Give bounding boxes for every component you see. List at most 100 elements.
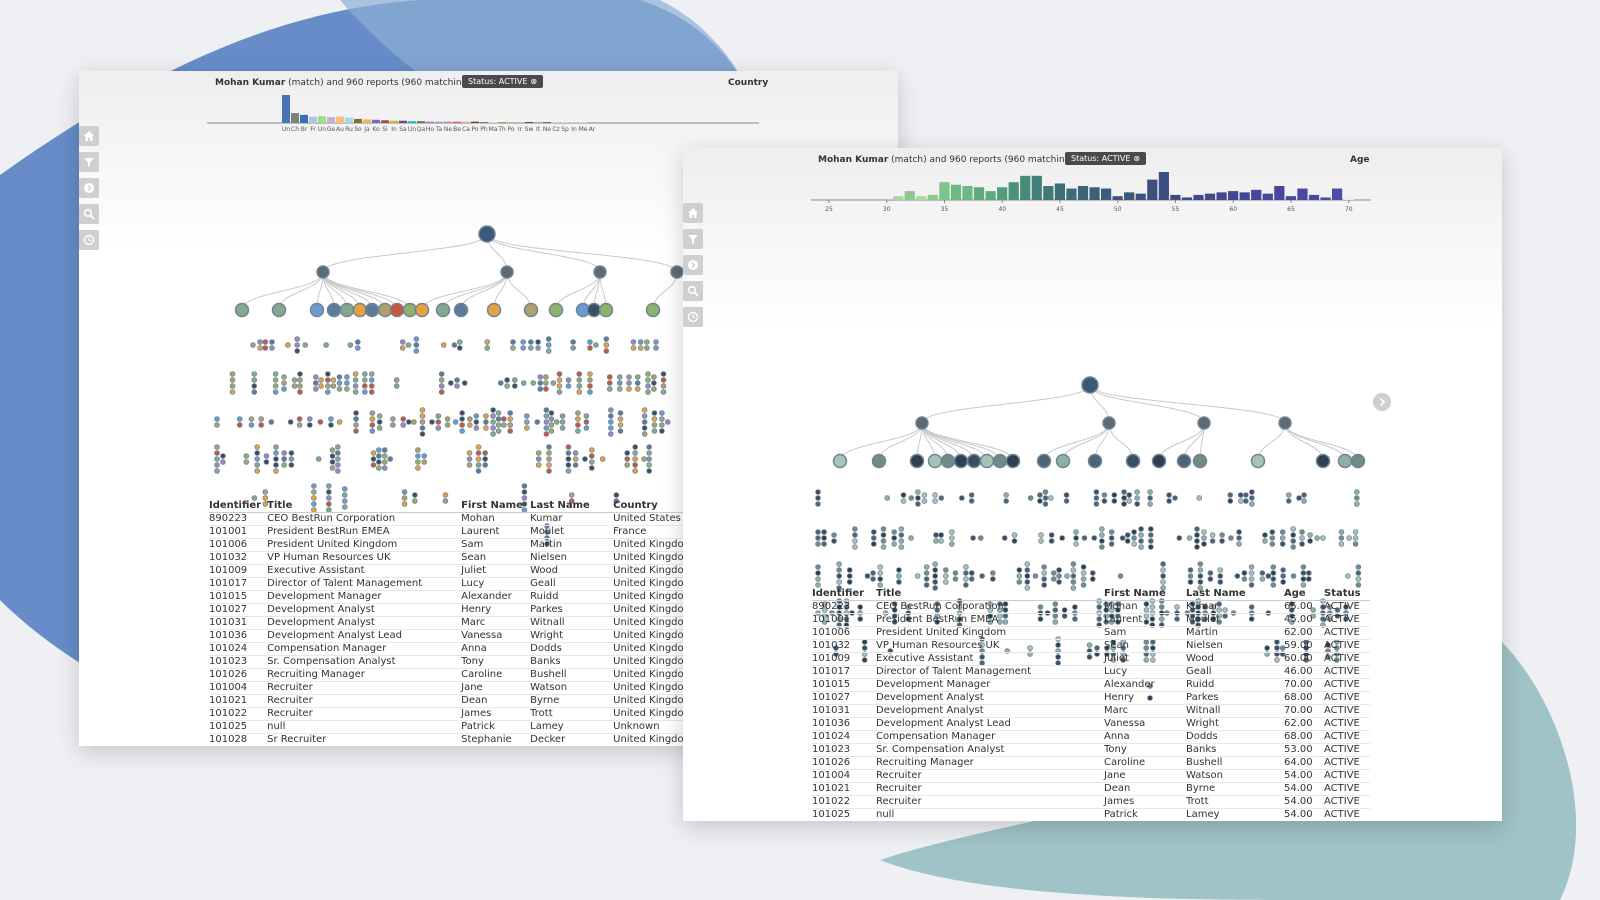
employee-node[interactable] xyxy=(575,422,581,428)
employee-node[interactable] xyxy=(651,374,657,380)
employee-node[interactable] xyxy=(646,456,652,462)
employee-node[interactable] xyxy=(952,576,959,582)
histogram-bar[interactable] xyxy=(336,116,344,123)
employee-node[interactable] xyxy=(617,428,624,434)
employee-node[interactable] xyxy=(543,425,550,431)
histogram-bar[interactable] xyxy=(435,121,443,123)
employee-node[interactable] xyxy=(1300,576,1307,582)
employee-node[interactable] xyxy=(836,573,842,579)
histogram-bar[interactable] xyxy=(939,182,950,200)
employee-node[interactable] xyxy=(1237,498,1244,504)
employee-node[interactable] xyxy=(1249,501,1255,507)
histogram-bar[interactable] xyxy=(327,117,335,123)
employee-node[interactable] xyxy=(243,459,250,465)
table-row[interactable]: 101032 VP Human Resources UK Sean Nielsen Un… xyxy=(209,551,690,565)
employee-node[interactable] xyxy=(466,462,473,468)
employee-node[interactable] xyxy=(1194,544,1200,550)
employee-node[interactable] xyxy=(414,302,430,318)
employee-node[interactable] xyxy=(520,380,527,386)
employee-node[interactable] xyxy=(1070,561,1077,567)
employee-node[interactable] xyxy=(1236,529,1242,535)
employee-node[interactable] xyxy=(214,450,220,456)
employee-node[interactable] xyxy=(421,459,428,465)
employee-node[interactable] xyxy=(576,371,583,377)
histogram-bar[interactable] xyxy=(1101,188,1112,200)
employee-node[interactable] xyxy=(329,459,336,465)
employee-node[interactable] xyxy=(281,456,287,462)
employee-node[interactable] xyxy=(296,416,303,422)
employee-node[interactable] xyxy=(442,492,449,498)
employee-node[interactable] xyxy=(364,302,380,318)
employee-node[interactable] xyxy=(568,492,575,498)
employee-node[interactable] xyxy=(1219,532,1225,538)
employee-node[interactable] xyxy=(435,419,442,425)
employee-node[interactable] xyxy=(523,302,539,318)
employee-node[interactable] xyxy=(257,345,263,351)
employee-node[interactable] xyxy=(550,380,557,386)
employee-node[interactable] xyxy=(1197,561,1204,567)
employee-node[interactable] xyxy=(1081,376,1099,394)
employee-node[interactable] xyxy=(1296,495,1302,501)
employee-node[interactable] xyxy=(953,453,969,469)
employee-node[interactable] xyxy=(565,383,572,389)
histogram-bar[interactable] xyxy=(1193,194,1204,200)
employee-node[interactable] xyxy=(966,453,982,469)
employee-node[interactable] xyxy=(229,371,236,377)
employee-node[interactable] xyxy=(543,413,550,419)
employee-node[interactable] xyxy=(1219,538,1225,544)
table-row[interactable]: 101015 Development Manager Alexander Ruidd U… xyxy=(209,590,690,604)
employee-node[interactable] xyxy=(387,456,394,462)
employee-node[interactable] xyxy=(341,492,348,498)
employee-node[interactable] xyxy=(521,489,528,495)
employee-node[interactable] xyxy=(979,573,985,579)
employee-node[interactable] xyxy=(815,576,821,582)
employee-node[interactable] xyxy=(1196,495,1203,501)
employee-node[interactable] xyxy=(520,339,526,345)
employee-node[interactable] xyxy=(429,419,435,425)
employee-node[interactable] xyxy=(325,377,331,383)
employee-node[interactable] xyxy=(1278,416,1292,430)
employee-node[interactable] xyxy=(368,389,375,395)
employee-node[interactable] xyxy=(1248,582,1255,588)
employee-node[interactable] xyxy=(1101,498,1108,504)
employee-node[interactable] xyxy=(1131,529,1137,535)
histogram-bar[interactable] xyxy=(1170,194,1181,200)
histogram-bar[interactable] xyxy=(893,196,904,200)
employee-node[interactable] xyxy=(272,371,279,377)
employee-node[interactable] xyxy=(634,380,641,386)
employee-node[interactable] xyxy=(565,462,572,468)
employee-node[interactable] xyxy=(884,495,891,501)
employee-node[interactable] xyxy=(214,456,220,462)
employee-node[interactable] xyxy=(1048,538,1055,544)
employee-node[interactable] xyxy=(362,371,368,377)
employee-node[interactable] xyxy=(1285,492,1292,498)
employee-node[interactable] xyxy=(1121,501,1127,507)
age-histogram[interactable]: 25 30 35 40 45 50 55 60 65 70 xyxy=(811,166,1371,214)
employee-node[interactable] xyxy=(415,453,421,459)
employee-node[interactable] xyxy=(254,456,260,462)
employee-node[interactable] xyxy=(831,532,837,538)
table-row[interactable]: 101017 Director of Talent Management Lucy G… xyxy=(209,577,690,591)
employee-node[interactable] xyxy=(1243,492,1249,498)
employee-node[interactable] xyxy=(651,416,658,422)
employee-node[interactable] xyxy=(645,383,651,389)
employee-node[interactable] xyxy=(475,468,482,474)
employee-node[interactable] xyxy=(664,419,671,425)
employee-node[interactable] xyxy=(990,576,996,582)
employee-node[interactable] xyxy=(637,345,644,351)
employee-node[interactable] xyxy=(587,339,593,345)
employee-node[interactable] xyxy=(921,498,928,504)
employee-node[interactable] xyxy=(870,529,877,535)
employee-node[interactable] xyxy=(938,495,945,501)
employee-node[interactable] xyxy=(546,444,552,450)
employee-node[interactable] xyxy=(877,582,884,588)
employee-node[interactable] xyxy=(269,345,275,351)
employee-node[interactable] xyxy=(495,422,502,428)
employee-node[interactable] xyxy=(306,416,313,422)
employee-node[interactable] xyxy=(490,407,496,413)
employee-node[interactable] xyxy=(413,336,420,342)
employee-node[interactable] xyxy=(891,535,897,541)
status-filter-badge[interactable]: Status: ACTIVE ⊗ xyxy=(462,75,544,88)
employee-node[interactable] xyxy=(362,389,368,395)
employee-node[interactable] xyxy=(501,416,507,422)
